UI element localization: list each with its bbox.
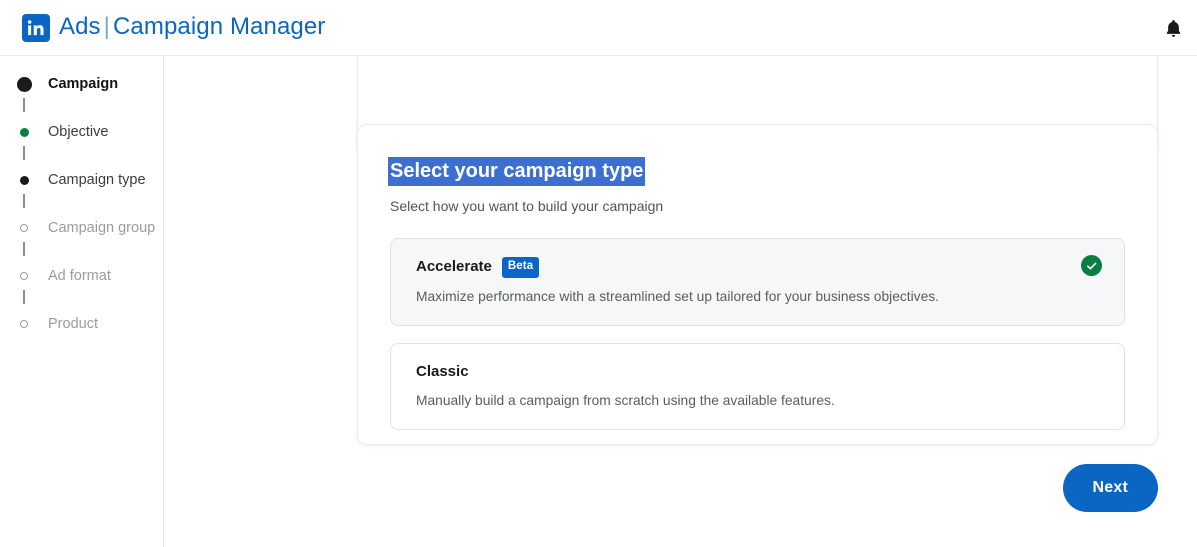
- campaign-steps-sidebar: Campaign Objective Campaign type Campaig…: [0, 56, 164, 547]
- brand-logo[interactable]: Ads | Campaign Manager: [22, 12, 326, 42]
- option-classic[interactable]: Classic Manually build a campaign from s…: [390, 342, 1125, 430]
- page-title: Select your campaign type: [388, 157, 646, 186]
- step-list: Campaign Objective Campaign type Campaig…: [0, 70, 163, 338]
- step-connector: [0, 194, 163, 214]
- sidebar-step-campaign[interactable]: Campaign: [0, 70, 163, 98]
- check-circle-icon: [1081, 255, 1102, 276]
- sidebar-step-objective[interactable]: Objective: [0, 118, 163, 146]
- step-marker-pending-icon: [14, 272, 34, 280]
- sidebar-step-product[interactable]: Product: [0, 310, 163, 338]
- sidebar-step-label: Product: [48, 316, 98, 332]
- page-subtitle: Select how you want to build your campai…: [390, 198, 664, 214]
- sidebar-step-campaign-group[interactable]: Campaign group: [0, 214, 163, 242]
- step-marker-done-icon: [14, 127, 34, 137]
- step-marker-active-icon: [14, 175, 34, 185]
- brand-title: Ads | Campaign Manager: [59, 12, 326, 41]
- sidebar-step-label: Campaign type: [48, 172, 146, 188]
- campaign-type-options: Accelerate Beta Maximize performance wit…: [390, 238, 1125, 430]
- sidebar-step-label: Campaign group: [48, 220, 156, 236]
- step-connector: [0, 146, 163, 166]
- option-title: Accelerate: [416, 258, 492, 276]
- option-description: Manually build a campaign from scratch u…: [416, 392, 835, 408]
- app-header: Ads | Campaign Manager: [0, 0, 1197, 56]
- sidebar-step-campaign-type[interactable]: Campaign type: [0, 166, 163, 194]
- notification-bell-icon: [1165, 19, 1182, 41]
- step-marker-current-icon: [14, 76, 34, 92]
- option-accelerate[interactable]: Accelerate Beta Maximize performance wit…: [390, 238, 1125, 326]
- linkedin-icon: [22, 13, 50, 42]
- option-header: Classic: [416, 362, 1102, 382]
- step-connector: [0, 98, 163, 118]
- next-button[interactable]: Next: [1062, 464, 1158, 512]
- sidebar-step-ad-format[interactable]: Ad format: [0, 262, 163, 290]
- option-description: Maximize performance with a streamlined …: [416, 288, 939, 304]
- brand-secondary: Campaign Manager: [113, 12, 326, 40]
- beta-badge: Beta: [501, 257, 540, 278]
- form-actions: Next: [1062, 464, 1158, 512]
- campaign-type-card: Select your campaign type Select how you…: [357, 124, 1158, 445]
- option-title: Classic: [416, 362, 469, 380]
- brand-primary: Ads: [59, 12, 101, 40]
- notifications-button[interactable]: [1157, 14, 1189, 46]
- brand-separator: |: [103, 12, 110, 40]
- step-marker-pending-icon: [14, 224, 34, 232]
- step-connector: [0, 290, 163, 310]
- sidebar-step-label: Objective: [48, 124, 109, 140]
- sidebar-step-label: Campaign: [48, 76, 119, 92]
- sidebar-step-label: Ad format: [48, 268, 111, 284]
- option-header: Accelerate Beta: [416, 257, 1102, 278]
- step-connector: [0, 242, 163, 262]
- step-marker-pending-icon: [14, 320, 34, 328]
- main-content: Select your campaign type Select how you…: [165, 56, 1197, 547]
